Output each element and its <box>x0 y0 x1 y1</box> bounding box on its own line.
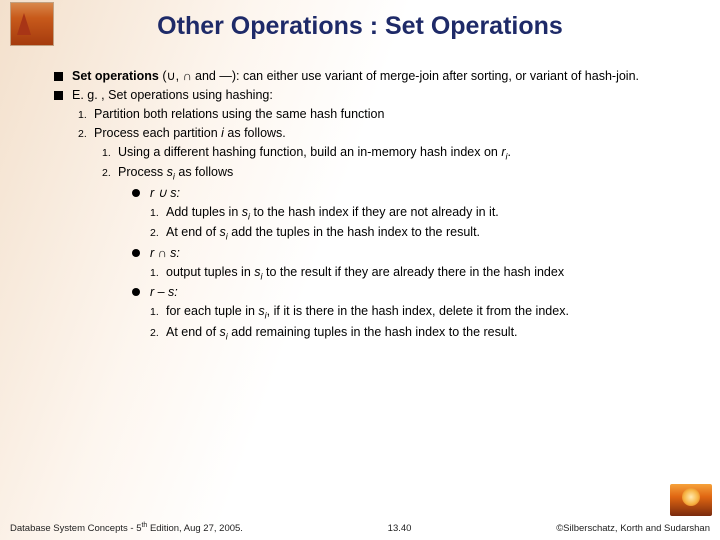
case-intersect-1: 1. output tuples in si to the result if … <box>150 264 702 283</box>
dot-bullet-icon <box>132 288 140 296</box>
text: Edition, Aug 27, 2005. <box>147 523 243 534</box>
dot-bullet-icon <box>132 249 140 257</box>
text: add remaining tuples in the hash index t… <box>228 325 518 339</box>
text: At end of <box>166 325 220 339</box>
text: Set operations <box>72 69 159 83</box>
case-minus-2: 2. At end of si add remaining tuples in … <box>150 324 702 343</box>
text: Partition both relations using the same … <box>94 106 702 123</box>
dot-bullet-icon <box>132 189 140 197</box>
text: . <box>508 145 511 159</box>
case-intersect: r ∩ s: <box>132 245 702 262</box>
footer-right: ©Silberschatz, Korth and Sudarshan <box>556 523 710 534</box>
text: for each tuple in <box>166 304 258 318</box>
footer-center: 13.40 <box>243 523 556 534</box>
text: as follows <box>175 165 233 179</box>
slide-title: Other Operations : Set Operations <box>0 12 720 41</box>
number-marker: 1. <box>150 305 166 319</box>
step-2-1: 1. Using a different hashing function, b… <box>102 144 702 163</box>
case-minus: r – s: <box>132 284 702 301</box>
text: Process <box>118 165 167 179</box>
number-marker: 1. <box>102 146 118 160</box>
footer-left: Database System Concepts - 5th Edition, … <box>10 522 243 534</box>
number-marker: 2. <box>150 326 166 340</box>
text: to the result if they are already there … <box>263 265 565 279</box>
number-marker: 1. <box>150 206 166 220</box>
case-minus-1: 1. for each tuple in si, if it is there … <box>150 303 702 322</box>
text: r ∩ s: <box>150 245 702 262</box>
bullet-1: Set operations (∪, ∩ and —): can either … <box>54 68 702 85</box>
number-marker: 2. <box>102 166 118 180</box>
number-marker: 2. <box>150 226 166 240</box>
text: r – s: <box>150 284 702 301</box>
number-marker: 1. <box>78 108 94 122</box>
case-union-1: 1. Add tuples in si to the hash index if… <box>150 204 702 223</box>
text: Using a different hashing function, buil… <box>118 145 501 159</box>
text: E. g. , Set operations using hashing: <box>72 87 702 104</box>
number-marker: 1. <box>150 266 166 280</box>
slide-footer: Database System Concepts - 5th Edition, … <box>0 522 720 534</box>
bullet-2: E. g. , Set operations using hashing: <box>54 87 702 104</box>
step-2-2: 2. Process si as follows <box>102 164 702 183</box>
corner-thumbnail-bottom <box>670 484 712 516</box>
text: as follows. <box>224 126 286 140</box>
text: can either use variant of merge-join aft… <box>240 69 640 83</box>
text: , if it is there in the hash index, dele… <box>267 304 569 318</box>
text: add the tuples in the hash index to the … <box>228 225 480 239</box>
square-bullet-icon <box>54 72 63 81</box>
text: Add tuples in <box>166 205 242 219</box>
step-2: 2. Process each partition i as follows. <box>78 125 702 142</box>
text: to the hash index if they are not alread… <box>250 205 499 219</box>
slide-body: Set operations (∪, ∩ and —): can either … <box>54 66 702 345</box>
text: At end of <box>166 225 220 239</box>
case-union: r ∪ s: <box>132 185 702 202</box>
case-union-2: 2. At end of si add the tuples in the ha… <box>150 224 702 243</box>
step-1: 1. Partition both relations using the sa… <box>78 106 702 123</box>
square-bullet-icon <box>54 91 63 100</box>
text: output tuples in <box>166 265 254 279</box>
number-marker: 2. <box>78 127 94 141</box>
text: Database System Concepts - 5 <box>10 523 141 534</box>
text: (∪, ∩ and —): <box>162 69 239 83</box>
text: Process each partition <box>94 126 221 140</box>
text: r ∪ s: <box>150 185 702 202</box>
